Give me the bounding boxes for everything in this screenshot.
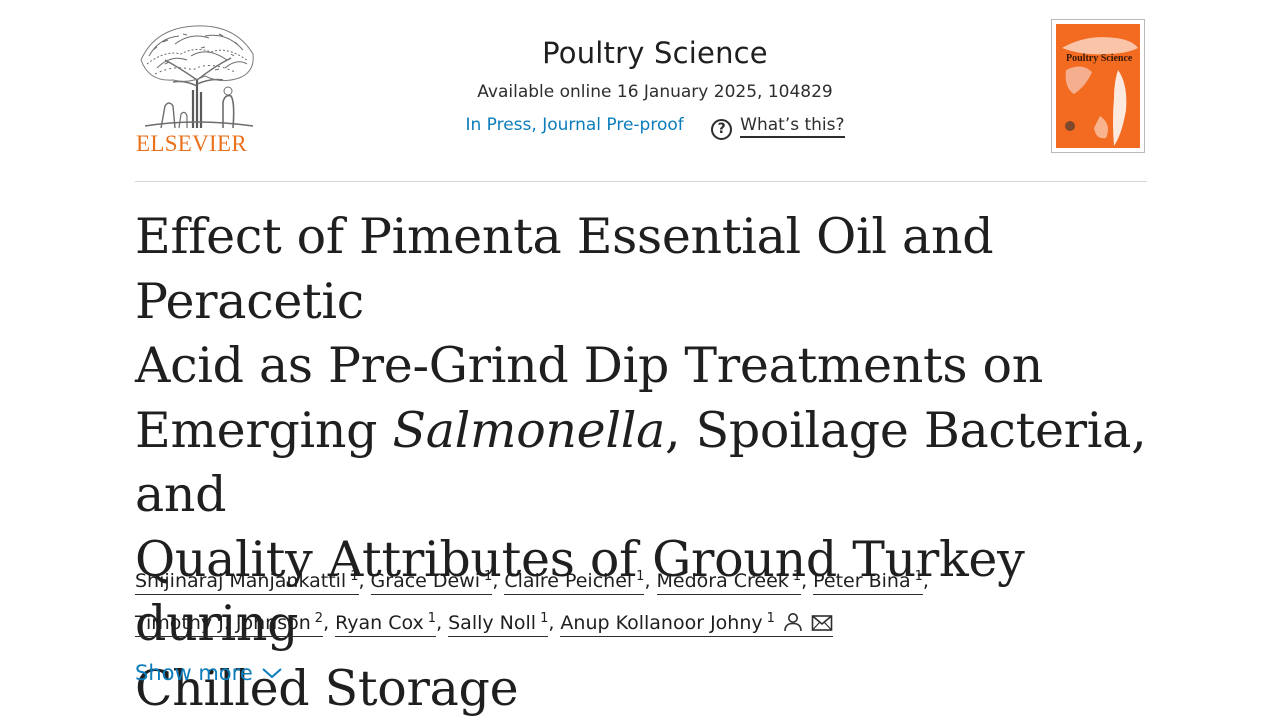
article-title: Effect of Pimenta Essential Oil and Pera… [135,205,1147,720]
author-link[interactable]: Ryan Cox 1 [335,611,437,637]
author-link[interactable]: Medora Creek 1 [656,569,802,595]
author-list: Shijinaraj Manjankattil 1, Grace Dewi 1, Cla… [135,558,1147,642]
article-status-link[interactable]: In Press, Journal Pre-proof [465,115,683,135]
title-line-1: Effect of Pimenta Essential Oil and Pera… [135,208,994,330]
availability-date: Available online 16 January 2025, 104829 [477,81,833,102]
author-name: Shijinaraj Manjankattil [135,570,347,592]
cover-title: Poultry Science [1066,53,1133,64]
author-name: Sally Noll [448,612,537,634]
author-separator: , [644,570,651,592]
show-more-button[interactable]: Show more [135,660,283,686]
author-affiliation: 1 [350,569,359,584]
chevron-down-icon [262,668,282,679]
author-affiliation: 1 [766,611,775,626]
author-name: Grace Dewi [370,570,481,592]
header-divider [135,181,1147,182]
author-separator: , [492,570,499,592]
envelope-icon [811,615,833,631]
author-separator: , [323,612,330,634]
author-link[interactable]: Shijinaraj Manjankattil 1 [135,569,359,595]
author-separator: , [801,570,808,592]
elsevier-tree-icon [140,25,254,129]
journal-title-link[interactable]: Poultry Science [385,36,925,71]
author-name: Ryan Cox [335,612,424,634]
question-circle-icon[interactable]: ? [711,118,733,140]
person-icon [784,613,802,632]
article-header: ELSEVIER Poultry Science Available onlin… [135,18,1147,158]
author-separator: , [358,570,365,592]
title-line-2: Acid as Pre-Grind Dip Treatments on [135,337,1043,394]
author-link[interactable]: Sally Noll 1 [448,611,549,637]
cover-artwork [1062,37,1138,146]
corresponding-author-link[interactable]: Anup Kollanoor Johny 1 [560,611,833,637]
author-separator: , [436,612,443,634]
publisher-logo[interactable]: ELSEVIER [135,20,259,158]
author-affiliation: 1 [792,569,802,584]
author-link[interactable]: Claire Peichel 1 [504,569,645,595]
author-affiliation: 2 [314,611,324,626]
author-name: Peter Bina [813,570,911,592]
whats-this-group: ? What’s this? [711,114,845,140]
journal-cover-image[interactable]: Poultry Science [1051,19,1145,153]
author-affiliation: 1 [914,569,923,584]
article-status-row: In Press, Journal Pre-proof ? What’s this… [385,114,925,140]
author-link[interactable]: Peter Bina 1 [813,569,923,595]
author-separator: , [548,612,555,634]
author-link[interactable]: Timothy J. Johnson 2 [135,611,324,637]
show-more-label: Show more [135,661,253,685]
title-organism-italic: Salmonella [392,401,666,459]
author-link[interactable]: Grace Dewi 1 [370,569,493,595]
author-separator: , [922,570,929,592]
author-affiliation: 1 [427,611,437,626]
publisher-wordmark: ELSEVIER [136,131,247,156]
journal-info: Poultry Science Available online 16 Janu… [385,36,925,140]
title-line-3-start: Emerging [135,401,393,459]
author-name: Claire Peichel [504,570,633,592]
whats-this-link[interactable]: What’s this? [740,114,845,138]
author-name: Medora Creek [656,570,789,592]
author-name: Timothy J. Johnson [135,612,311,634]
author-name: Anup Kollanoor Johny [560,612,763,634]
